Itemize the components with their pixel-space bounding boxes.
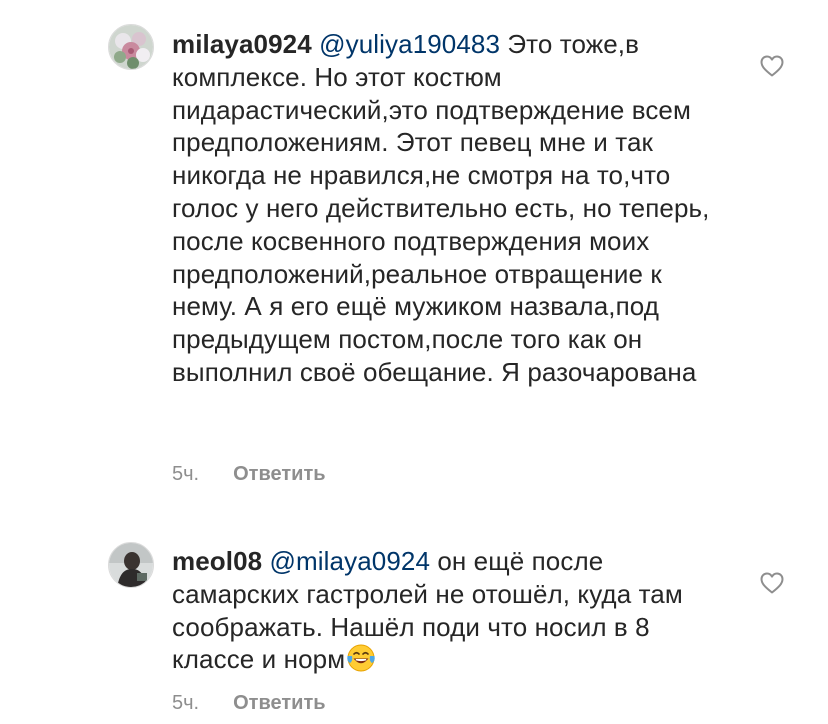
comment-body: milaya0924 @yuliya190483 Это тоже,в комп… bbox=[172, 28, 732, 389]
comment-username[interactable]: meol08 bbox=[172, 546, 262, 576]
heart-outline-icon bbox=[760, 572, 784, 594]
comment-time: 5ч. bbox=[172, 463, 200, 485]
avatar-person-dark-icon bbox=[109, 543, 153, 587]
avatar[interactable] bbox=[108, 542, 154, 588]
comment-username[interactable]: milaya0924 bbox=[172, 29, 312, 59]
comment-meta: 5ч. Ответить bbox=[172, 692, 326, 715]
comment-body: meol08 @milaya0924 он ещё после самарски… bbox=[172, 545, 732, 676]
like-button[interactable] bbox=[760, 55, 784, 77]
comments-screen: { "comments": [ { "username": "milaya092… bbox=[0, 0, 828, 724]
avatar[interactable] bbox=[108, 24, 154, 70]
face-with-tears-of-joy-icon bbox=[347, 644, 375, 672]
like-button[interactable] bbox=[760, 572, 784, 594]
comment-text: Это тоже,в комплексе. Но этот костюм пид… bbox=[172, 29, 710, 387]
reply-button[interactable]: Ответить bbox=[233, 463, 325, 486]
comment-time: 5ч. bbox=[172, 692, 200, 714]
comment-mention[interactable]: @yuliya190483 bbox=[319, 29, 500, 59]
comment-meta: 5ч. Ответить bbox=[172, 463, 326, 486]
reply-button[interactable]: Ответить bbox=[233, 692, 325, 715]
comment-mention[interactable]: @milaya0924 bbox=[270, 546, 430, 576]
avatar-flowers-icon bbox=[109, 25, 153, 69]
heart-outline-icon bbox=[760, 55, 784, 77]
